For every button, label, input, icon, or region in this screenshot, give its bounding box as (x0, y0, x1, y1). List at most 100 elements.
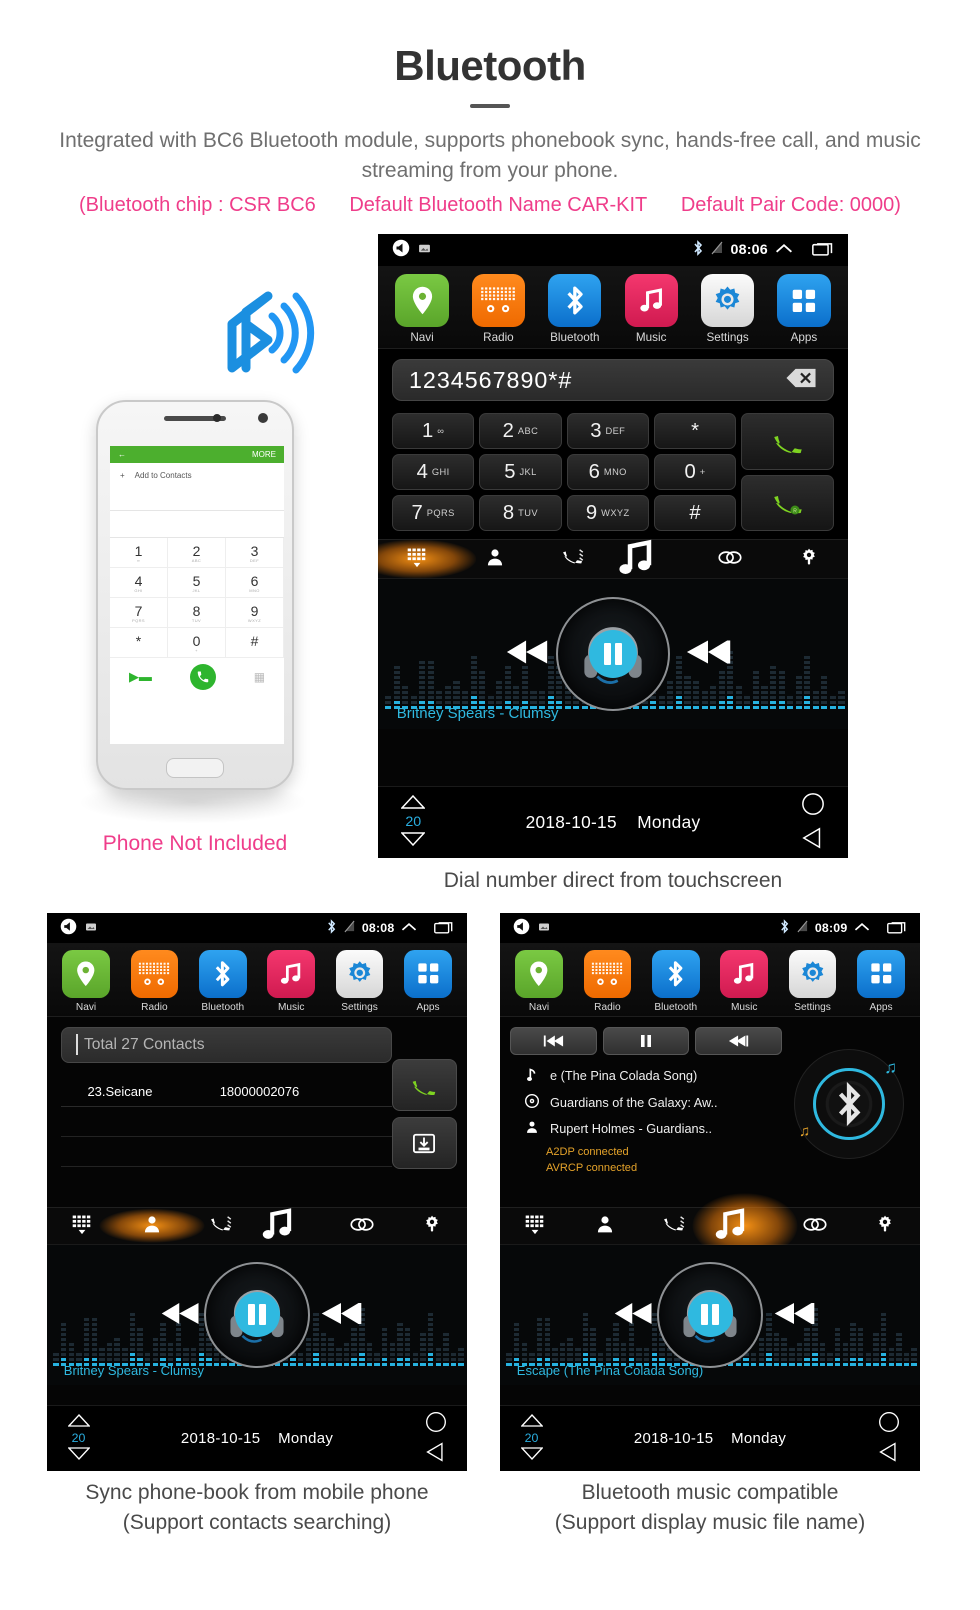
volume-down-icon[interactable] (400, 831, 427, 850)
phone-call-button[interactable] (189, 664, 216, 690)
dial-key-8[interactable]: 8 TUV (479, 495, 562, 532)
home-circle-icon[interactable] (801, 792, 825, 820)
chevron-up-icon[interactable] (401, 921, 417, 936)
dial-key-2[interactable]: 2 ABC (479, 413, 562, 450)
phone-add-to-contacts[interactable]: + Add to Contacts (110, 463, 284, 488)
recent-apps-icon[interactable] (434, 920, 454, 937)
contacts-side-actions[interactable] (391, 1027, 461, 1203)
home-circle-icon[interactable] (425, 1411, 447, 1436)
dial-key-hash[interactable]: # (653, 495, 737, 532)
volume-up-icon[interactable] (66, 1414, 91, 1430)
phone-key-0[interactable]: 0 + (168, 628, 226, 658)
dial-key-6[interactable]: 6 MNO (566, 454, 649, 491)
phone-key-8[interactable]: 8 TUV (168, 598, 226, 628)
chevron-up-icon[interactable] (775, 242, 793, 259)
call-button[interactable] (391, 1058, 457, 1111)
volume-controls[interactable]: 20 (500, 1414, 563, 1462)
nav-controls[interactable] (857, 1411, 920, 1466)
prev-track-button[interactable] (505, 639, 551, 670)
volume-up-icon[interactable] (519, 1414, 544, 1430)
call-actions-column[interactable]: R (741, 413, 834, 532)
volume-icon[interactable] (392, 239, 410, 261)
back-triangle-icon[interactable] (425, 1441, 447, 1466)
app-shortcut-settings[interactable]: Settings (779, 950, 847, 1013)
phone-key-1[interactable]: 1 ∞ (110, 538, 168, 568)
settings-tab[interactable] (850, 1214, 920, 1237)
phone-key-hash[interactable]: # (226, 628, 284, 658)
next-track-button[interactable] (695, 1026, 783, 1055)
volume-controls[interactable]: 20 (47, 1414, 110, 1462)
call-history-tab[interactable] (535, 547, 613, 571)
app-shortcut-radio[interactable]: Radio (120, 950, 188, 1013)
app-shortcut-navi[interactable]: Navi (505, 950, 573, 1013)
volume-icon[interactable] (513, 918, 530, 938)
redial-button[interactable]: R (741, 474, 834, 532)
app-shortcut-music[interactable]: Music (710, 950, 778, 1013)
app-shortcut-radio[interactable]: Radio (460, 274, 536, 344)
keypad-grid[interactable]: 1 ∞ 2 ABC 3 DEF * 4 GHI 5 JKL 6 MNO 0 + 7 PQRS 8 TUV 9 WXYZ # (392, 413, 737, 532)
bt-music-tab[interactable] (257, 1204, 327, 1248)
app-shortcut-music[interactable]: Music (613, 274, 689, 344)
app-shortcut-radio[interactable]: Radio (573, 950, 641, 1013)
dial-key-7[interactable]: 7 PQRS (392, 495, 475, 532)
dialpad-tab[interactable] (378, 546, 456, 572)
link-tab[interactable] (691, 549, 769, 570)
back-triangle-icon[interactable] (878, 1441, 900, 1466)
recent-apps-icon[interactable] (811, 241, 834, 260)
recent-apps-icon[interactable] (887, 920, 907, 937)
app-shortcut-bluetooth[interactable]: Bluetooth (642, 950, 710, 1013)
contacts-tab[interactable] (117, 1214, 187, 1237)
contacts-list[interactable]: 23.Seicane 18000002076 (61, 1077, 392, 1167)
dial-key-9[interactable]: 9 WXYZ (566, 495, 649, 532)
chevron-up-icon[interactable] (854, 921, 870, 936)
app-shortcut-navi[interactable]: Navi (384, 274, 460, 344)
phone-key-4[interactable]: 4 GHI (110, 568, 168, 598)
phone-key-2[interactable]: 2 ABC (168, 538, 226, 568)
contacts-tab[interactable] (570, 1214, 640, 1237)
settings-tab[interactable] (397, 1214, 467, 1237)
nav-controls[interactable] (404, 1411, 467, 1466)
contact-row[interactable]: 23.Seicane 18000002076 (61, 1077, 392, 1107)
volume-controls[interactable]: 20 (378, 795, 449, 849)
app-shortcut-bluetooth[interactable]: Bluetooth (537, 274, 613, 344)
dial-key-3[interactable]: 3 DEF (566, 413, 649, 450)
phone-home-button[interactable] (166, 758, 224, 778)
call-button[interactable] (741, 413, 834, 470)
dial-key-star[interactable]: * (653, 413, 737, 450)
prev-track-button[interactable] (613, 1301, 655, 1329)
phone-back-icon[interactable]: ← (118, 450, 126, 459)
phone-key-9[interactable]: 9 WXYZ (226, 598, 284, 628)
dialpad-tab[interactable] (500, 1213, 570, 1238)
app-shortcut-music[interactable]: Music (257, 950, 325, 1013)
next-track-button[interactable] (773, 1301, 815, 1329)
download-contacts-button[interactable] (391, 1116, 457, 1169)
dialed-number-field[interactable]: 1234567890*# (392, 359, 834, 402)
function-tab-bar[interactable] (378, 539, 848, 580)
function-tab-bar[interactable] (47, 1204, 467, 1248)
app-shortcut-bluetooth[interactable]: Bluetooth (189, 950, 257, 1013)
back-triangle-icon[interactable] (801, 826, 825, 854)
home-circle-icon[interactable] (878, 1411, 900, 1436)
function-tab-bar[interactable] (500, 1206, 920, 1245)
dial-key-1[interactable]: 1 ∞ (392, 413, 475, 450)
phone-key-7[interactable]: 7 PQRS (110, 598, 168, 628)
bt-music-tab[interactable] (613, 535, 691, 584)
phone-keypad[interactable]: 1 ∞ 2 ABC 3 DEF 4 GHI 5 JKL 6 MNO 7 PQRS 8 TUV 9 WXYZ * 0 +… (110, 538, 284, 658)
app-shortcut-apps[interactable]: Apps (394, 950, 462, 1013)
prev-track-button[interactable] (510, 1026, 597, 1055)
dial-key-4[interactable]: 4 GHI (392, 454, 475, 491)
play-pause-button[interactable] (589, 630, 637, 679)
app-shortcut-navi[interactable]: Navi (52, 950, 120, 1013)
volume-icon[interactable] (60, 918, 77, 938)
next-track-button[interactable] (685, 639, 731, 670)
link-tab[interactable] (327, 1216, 397, 1236)
phone-key-5[interactable]: 5 JKL (168, 568, 226, 598)
dial-key-5[interactable]: 5 JKL (479, 454, 562, 491)
phone-key-6[interactable]: 6 MNO (226, 568, 284, 598)
app-shortcut-apps[interactable]: Apps (766, 274, 842, 344)
dial-key-0[interactable]: 0 + (653, 454, 737, 491)
bt-transport-controls[interactable] (510, 1026, 783, 1055)
backspace-icon[interactable] (785, 368, 817, 392)
settings-tab[interactable] (770, 547, 848, 571)
phone-video-call-icon[interactable]: ▶▬ (129, 669, 152, 685)
